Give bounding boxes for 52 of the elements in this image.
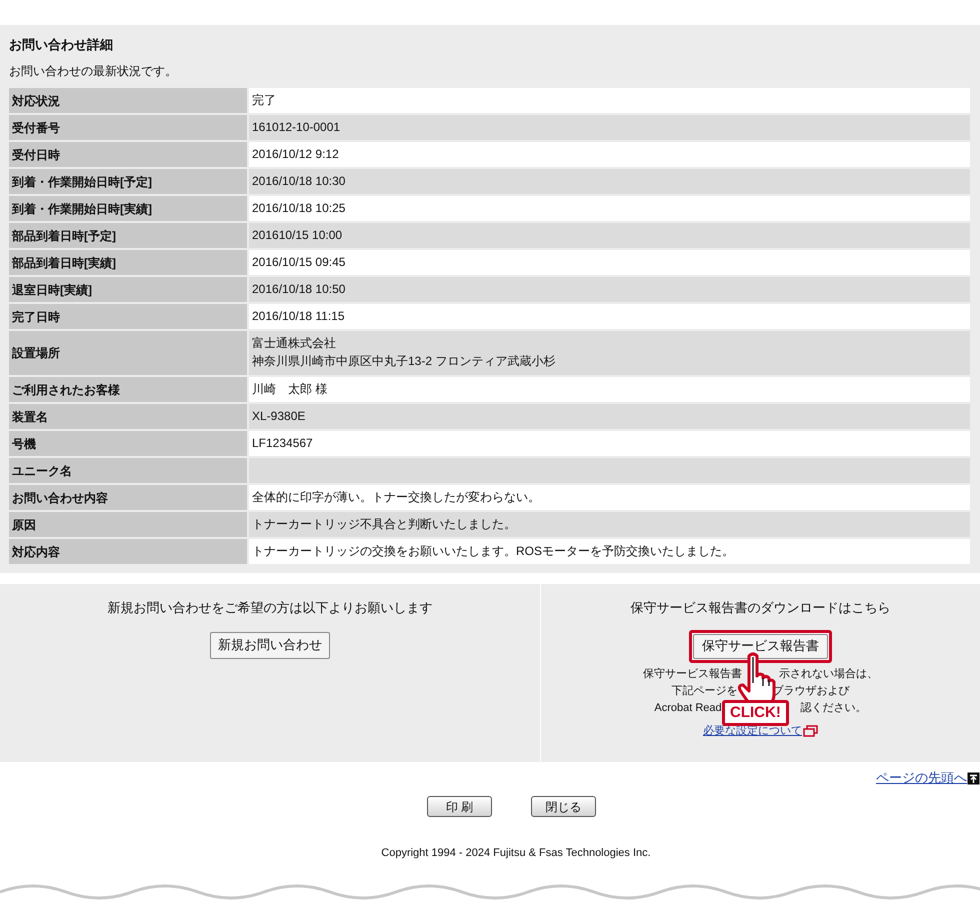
row-label: 部品到着日時[実績] [9,250,247,275]
row-label: 原因 [9,512,247,537]
new-inquiry-text: 新規お問い合わせをご希望の方は以下よりお願いします [108,599,432,617]
row-label: 号機 [9,431,247,456]
row-value: 全体的に印字が薄い。トナー交換したが変わらない。 [252,489,540,506]
note-text: 認ください。 [800,700,867,716]
copyright-text: Copyright 1994 - 2024 Fujitsu & Fsas Technologies Inc. [381,846,651,861]
page-button[interactable]: 閉じる [531,796,596,817]
row-label: 対応内容 [9,539,247,564]
arrow-up-icon [967,772,980,784]
row-value: 完了 [252,92,276,109]
row-label: 受付番号 [9,115,247,140]
section-description: お問い合わせの最新状況です。 [9,63,178,80]
note-text: 保守サービス報告書 [643,666,742,682]
page-top-link[interactable]: ページの先頭へ [876,768,967,788]
row-label: 設置場所 [9,331,247,375]
row-label: ユニーク名 [9,458,247,483]
click-callout: CLICK! [722,700,789,726]
note-text: 下記ページを [672,684,738,698]
row-label: 部品到着日時[予定] [9,223,247,248]
row-value: LF1234567 [252,435,313,452]
row-label: 退室日時[実績] [9,277,247,302]
row-label: お問い合わせ内容 [9,485,247,510]
row-label: 受付日時 [9,142,247,167]
new-window-icon [803,724,818,737]
row-label: 到着・作業開始日時[予定] [9,169,247,194]
row-value: 161012-10-0001 [252,119,340,136]
row-label: ご利用されたお客様 [9,377,247,402]
row-value: 神奈川県川崎市中原区中丸子13-2 フロンティア武蔵小杉 [252,353,556,370]
row-value: トナーカートリッジ不具合と判断いたしました。 [252,516,516,533]
row-value: XL-9380E [252,408,306,425]
row-label: 完了日時 [9,304,247,329]
row-value: 2016/10/18 10:30 [252,173,346,190]
row-label: 対応状況 [9,88,247,113]
new-inquiry-button[interactable]: 新規お問い合わせ [210,632,330,658]
row-label: 到着・作業開始日時[実績] [9,196,247,221]
row-value: 富士通株式会社 [252,335,336,352]
row-value: 2016/10/18 11:15 [252,308,345,325]
page-button[interactable]: 印 刷 [427,796,492,817]
section-title: お問い合わせ詳細 [9,36,114,53]
row-value: 201610/15 10:00 [252,227,342,244]
row-value: トナーカートリッジの交換をお願いいたします。ROSモーターを予防交換いたしました。 [252,543,734,560]
note-text: Acrobat Read [654,700,722,716]
row-value: 2016/10/18 10:50 [252,281,346,298]
report-download-text: 保守サービス報告書のダウンロードはこちら [630,599,890,617]
report-button[interactable]: 保守サービス報告書 [693,634,828,658]
row-value: 2016/10/12 9:12 [252,146,339,163]
row-value: 川崎 太郎 様 [252,381,328,398]
row-label: 装置名 [9,404,247,429]
row-value: 2016/10/18 10:25 [252,200,346,217]
row-value: 2016/10/15 09:45 [252,254,346,271]
note-text: 示されない場合は、 [779,666,878,682]
